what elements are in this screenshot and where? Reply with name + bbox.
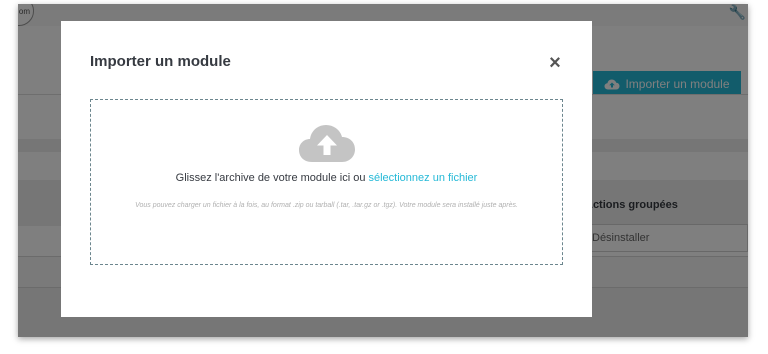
select-file-link[interactable]: sélectionnez un fichier — [369, 172, 478, 184]
modal-title: Importer un module — [90, 53, 231, 70]
dropzone-text: Glissez l'archive de votre module ici ou… — [91, 172, 562, 184]
upload-hint: Vous pouvez charger un fichier à la fois… — [135, 202, 518, 209]
file-dropzone[interactable]: Glissez l'archive de votre module ici ou… — [90, 99, 563, 265]
dropzone-instruction: Glissez l'archive de votre module ici ou — [175, 172, 366, 184]
cloud-upload-icon — [299, 125, 355, 162]
import-module-modal: Importer un module × Glissez l'archive d… — [61, 21, 592, 317]
close-icon[interactable]: × — [547, 53, 563, 73]
app-window: om 🔧 Importer un module Actions groupées… — [18, 4, 748, 337]
